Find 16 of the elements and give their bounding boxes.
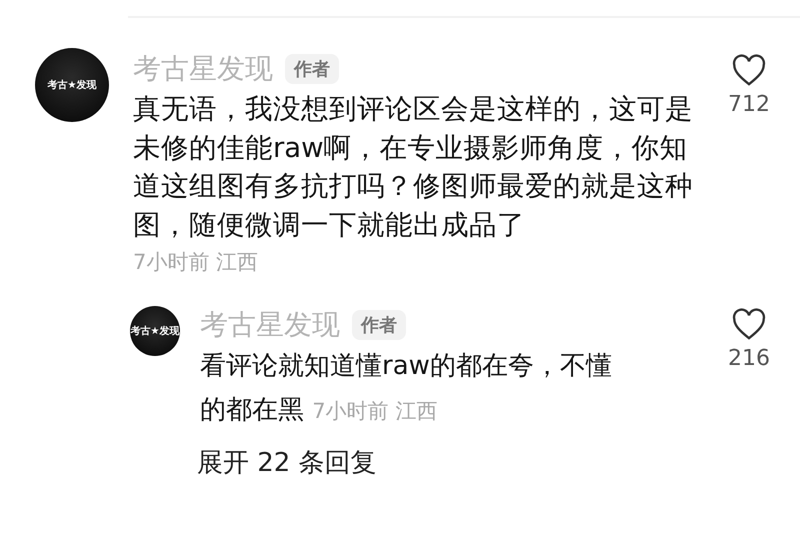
author-badge: 作者 xyxy=(285,54,339,84)
reply-text: 看评论就知道懂raw的都在夸，不懂 xyxy=(200,351,612,381)
author-badge: 作者 xyxy=(352,310,406,340)
like-count: 216 xyxy=(728,346,770,372)
avatar-logo-text: 考古★发现 xyxy=(130,324,180,338)
comment-meta: 7小时前 江西 xyxy=(133,249,260,276)
like-count: 712 xyxy=(728,92,770,118)
avatar[interactable]: 考古★发现 xyxy=(35,48,109,122)
comment-text: 真无语，我没想到评论区会是这样的，这可是未修的佳能raw啊，在专业摄影师角度，你知道这组图有多抗打吗？修图师最爱的就是这种图，随便微调一下就能出成品了 xyxy=(133,92,694,242)
heart-icon[interactable] xyxy=(731,54,767,86)
expand-replies-link[interactable]: 展开 22 条回复 xyxy=(197,445,377,480)
heart-icon[interactable] xyxy=(731,308,767,340)
reply-meta: 7小时前 江西 xyxy=(312,399,438,423)
avatar[interactable]: 考古★发现 xyxy=(130,306,180,356)
reply-text: 的都在黑 xyxy=(200,395,304,425)
avatar-logo-text: 考古★发现 xyxy=(48,78,96,92)
